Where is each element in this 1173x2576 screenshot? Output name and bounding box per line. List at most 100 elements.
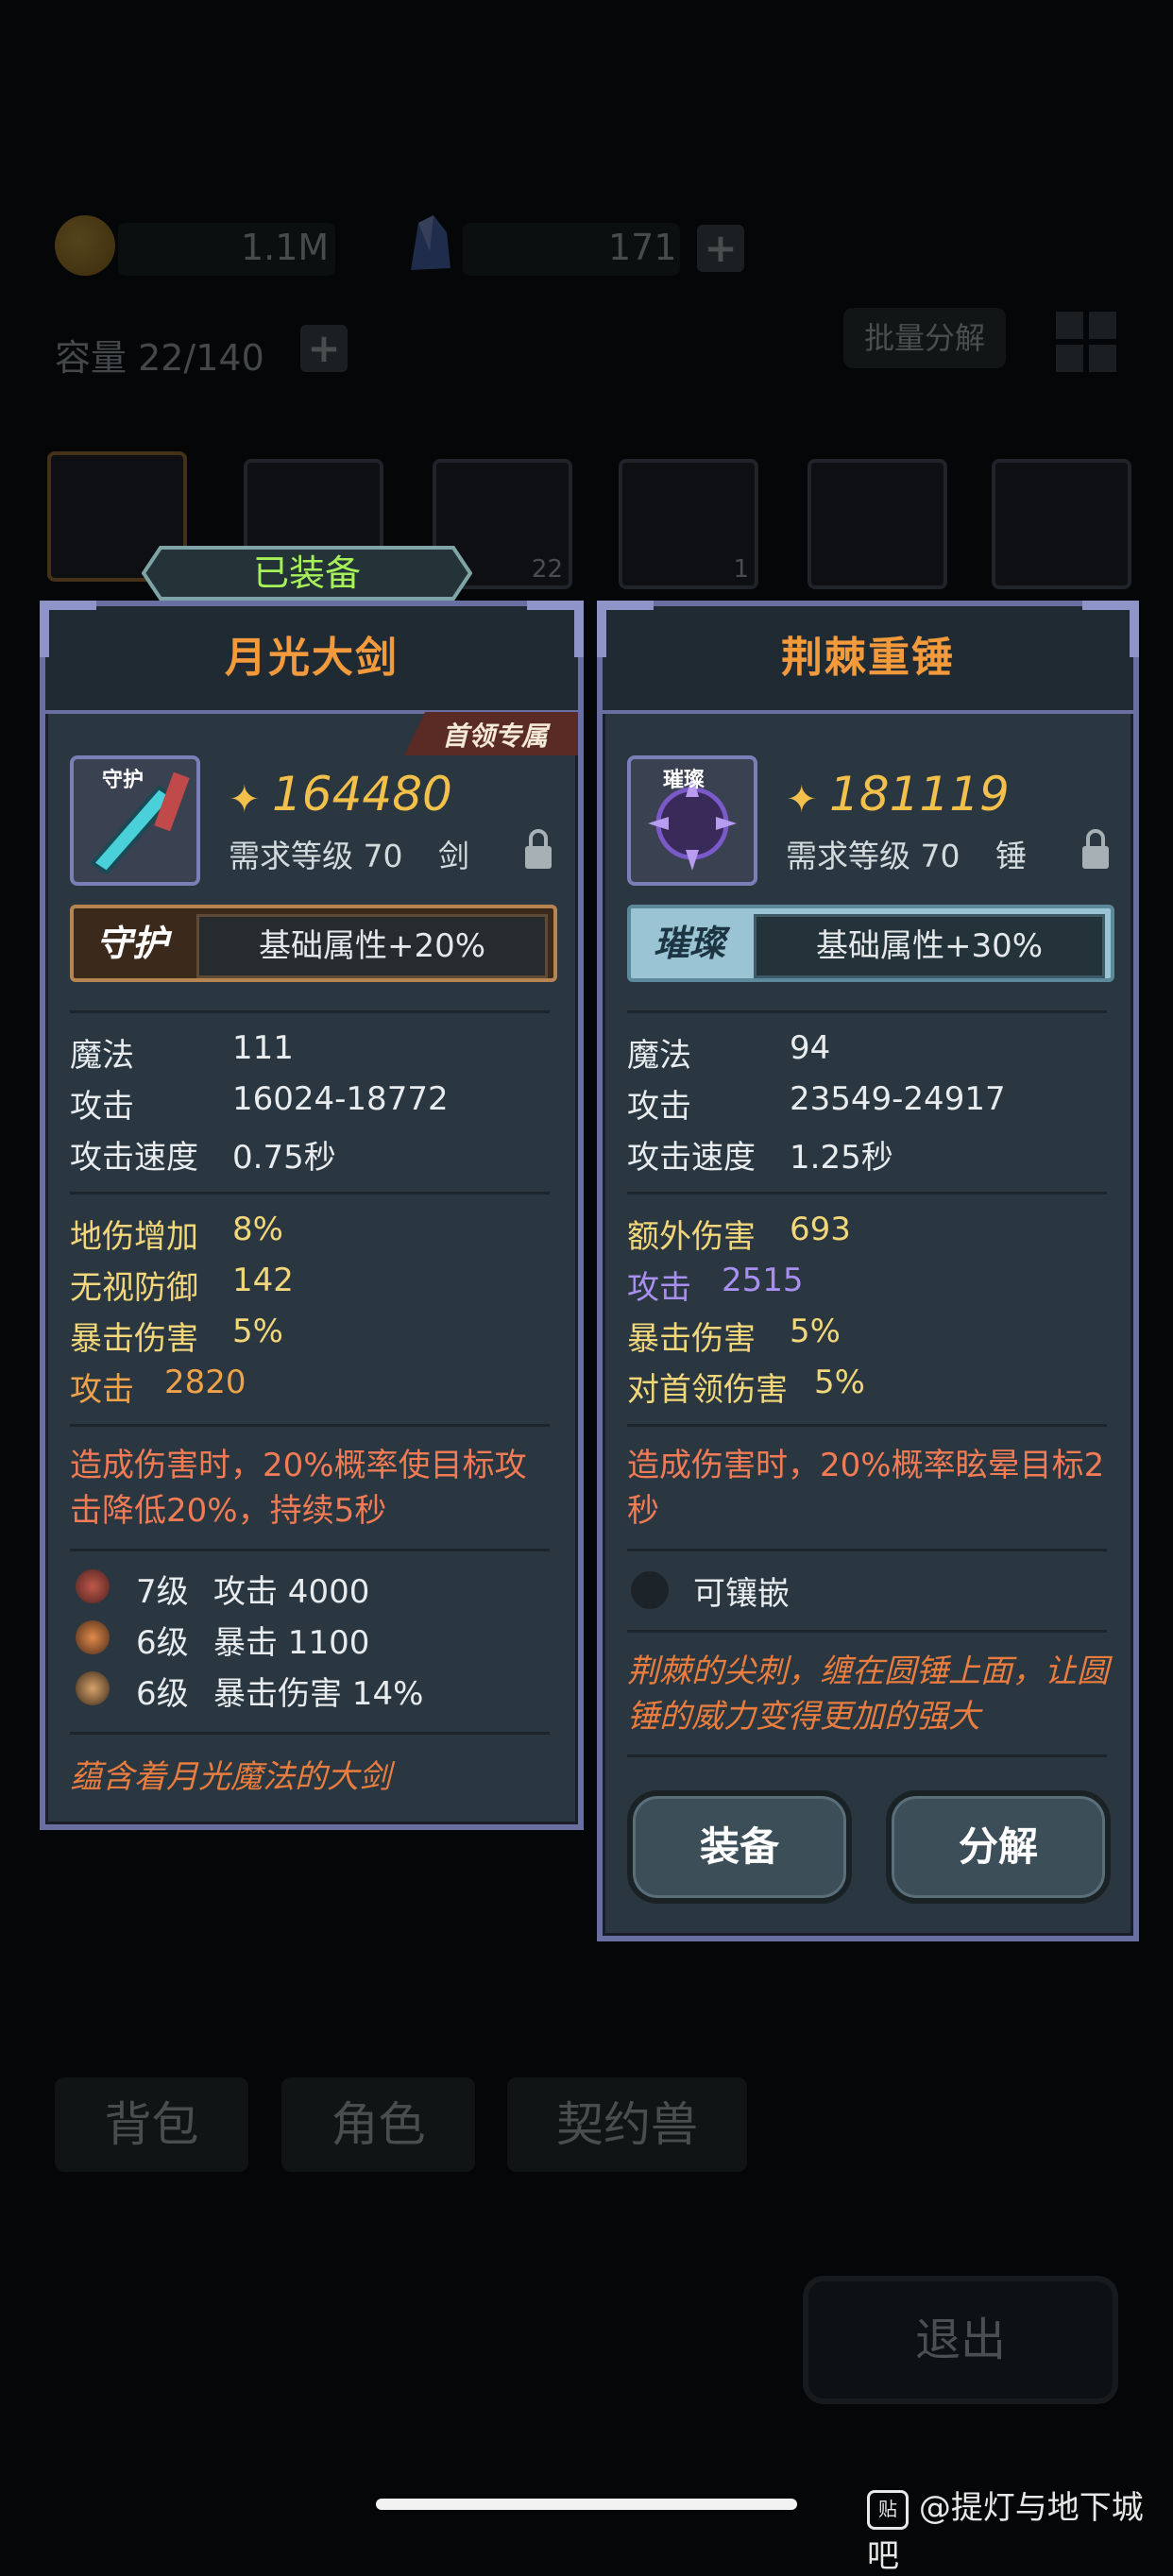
divider (627, 1754, 1107, 1757)
capacity-label: 容量 22/140 (55, 337, 264, 379)
gem-level: 6级 (136, 1675, 189, 1713)
item-name: 荆棘重锤 (781, 634, 955, 682)
slot-count: 1 (733, 555, 749, 584)
weapon-type: 剑 (438, 838, 469, 874)
boss-exclusive-badge: 首领专属 (404, 712, 578, 755)
stat-value: 693 (790, 1211, 851, 1248)
stat-row: 暴击伤害 (627, 1320, 756, 1358)
home-indicator[interactable] (376, 2499, 797, 2510)
gem-stat: 暴击伤害 14% (213, 1675, 424, 1713)
corner-ornament-icon (40, 601, 96, 657)
stat-row: 对首领伤害 (627, 1371, 788, 1409)
divider (627, 1424, 1107, 1427)
batch-dismantle-button[interactable]: 批量分解 (843, 308, 1006, 368)
stat-value: 0.75秒 (232, 1139, 336, 1177)
item-title-band: 荆棘重锤 (603, 606, 1133, 714)
flavor-text: 蕴含着月光魔法的大剑 (70, 1758, 391, 1796)
power-value: 164480 (272, 767, 452, 822)
divider (627, 1549, 1107, 1551)
crystal-value: 171 (608, 227, 677, 268)
rarity-bonus-text: 基础属性+20% (196, 914, 548, 978)
gem-attack-icon (76, 1569, 110, 1603)
gem-stat: 攻击 4000 (213, 1573, 370, 1611)
equipped-badge: 已装备 (142, 540, 472, 606)
gem-level: 6级 (136, 1624, 189, 1662)
inventory-slot-4[interactable]: 1 (619, 459, 758, 589)
slot-count: 22 (531, 555, 563, 584)
inventory-slot-5[interactable] (808, 459, 947, 589)
divider (70, 1192, 550, 1195)
stat-row: 攻击 (627, 1088, 691, 1126)
item-name: 月光大剑 (225, 634, 399, 682)
stat-row: 魔法 (70, 1037, 134, 1075)
corner-ornament-icon (1082, 601, 1139, 657)
equipped-label: 已装备 (252, 552, 361, 594)
stat-row: 暴击伤害 (70, 1320, 198, 1358)
divider (70, 1549, 550, 1551)
stat-row: 魔法 (627, 1037, 691, 1075)
stat-row: 地伤增加 (70, 1218, 198, 1256)
stat-value: 5% (814, 1364, 865, 1401)
stat-row: 额外伤害 (627, 1218, 756, 1256)
divider (627, 1630, 1107, 1633)
stat-value: 111 (232, 1029, 294, 1067)
lock-icon[interactable] (1080, 829, 1111, 871)
stat-value: 2515 (722, 1262, 804, 1299)
grid-view-icon[interactable] (1056, 312, 1116, 372)
stat-value: 16024-18772 (232, 1080, 449, 1118)
add-crystal-button[interactable]: + (697, 225, 744, 272)
empty-socket-icon (631, 1571, 669, 1609)
corner-ornament-icon (597, 601, 654, 657)
stat-row: 无视防御 (70, 1269, 198, 1307)
weapon-type: 锤 (995, 838, 1027, 874)
flavor-text: 荆棘的尖刺，缠在圆锤上面，让圆锤的威力变得更加的强大 (627, 1652, 1109, 1736)
rarity-tag-bar: 璀璨 基础属性+30% (627, 905, 1114, 982)
item-icon-tag: 守护 (102, 769, 144, 792)
gem-crit-damage-icon (76, 1671, 110, 1705)
add-capacity-button[interactable]: + (300, 325, 348, 372)
stat-value: 94 (790, 1029, 831, 1067)
stat-value: 5% (232, 1313, 283, 1350)
stat-row: 攻击 (627, 1269, 691, 1307)
gold-value: 1.1M (241, 227, 330, 268)
level-requirement: 需求等级 70 (786, 838, 960, 874)
gem-stat: 暴击 1100 (213, 1624, 370, 1662)
divider (70, 1424, 550, 1427)
lock-icon[interactable] (523, 829, 553, 871)
dismantle-button[interactable]: 分解 (886, 1790, 1111, 1904)
equip-button[interactable]: 装备 (627, 1790, 852, 1904)
stat-value: 5% (790, 1313, 841, 1350)
tab-character[interactable]: 角色 (281, 2077, 475, 2172)
item-icon-tag: 璀璨 (663, 769, 706, 792)
stat-value: 2820 (164, 1364, 246, 1401)
tab-pet[interactable]: 契约兽 (507, 2077, 747, 2172)
crystal-icon (401, 213, 458, 274)
stat-row: 攻击 (70, 1371, 134, 1409)
inventory-slot-6[interactable] (992, 459, 1131, 589)
gold-coin-icon (55, 215, 115, 276)
rarity-tag-bar: 守护 基础属性+20% (70, 905, 557, 982)
power-value: 181119 (829, 767, 1010, 822)
divider (70, 1010, 550, 1013)
compare-item-panel: 荆棘重锤 璀璨 ✦ 181119 需求等级 70 锤 璀璨 基础属性+30% 魔… (597, 601, 1139, 1941)
divider (70, 1732, 550, 1735)
stat-value: 8% (232, 1211, 283, 1248)
effect-text: 造成伤害时，20%概率使目标攻击降低20%，持续5秒 (70, 1447, 527, 1530)
item-title-band: 月光大剑 (45, 606, 578, 714)
level-requirement: 需求等级 70 (229, 838, 403, 874)
tab-backpack[interactable]: 背包 (55, 2077, 248, 2172)
gem-level: 7级 (136, 1573, 189, 1611)
exit-button[interactable]: 退出 (803, 2276, 1118, 2404)
item-icon: 守护 (70, 755, 200, 886)
power-icon: ✦ (786, 778, 818, 822)
corner-ornament-icon (527, 601, 584, 657)
rarity-bonus-text: 基础属性+30% (754, 914, 1105, 978)
forum-logo-icon: 贴 (867, 2489, 909, 2530)
stat-value: 23549-24917 (790, 1080, 1006, 1118)
power-icon: ✦ (229, 778, 261, 822)
rarity-tag-label: 璀璨 (653, 923, 725, 964)
stat-row: 攻击 (70, 1088, 134, 1126)
gem-crit-icon (76, 1620, 110, 1654)
socket-label: 可镶嵌 (693, 1575, 790, 1613)
stat-value: 142 (232, 1262, 294, 1299)
